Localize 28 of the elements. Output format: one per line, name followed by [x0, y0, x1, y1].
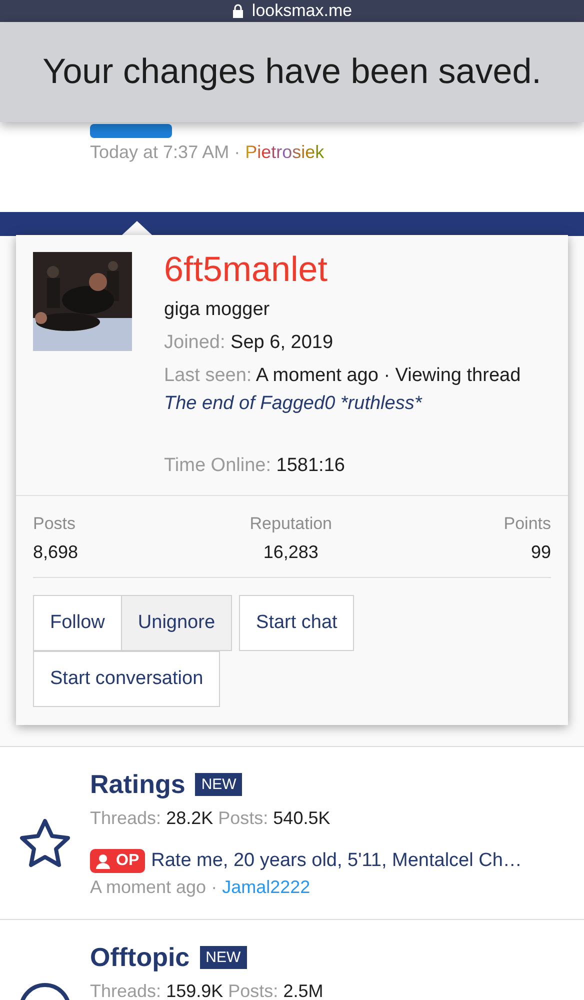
- action-button[interactable]: Start conversation: [33, 651, 220, 707]
- stat-value: 8,698: [33, 542, 78, 563]
- username[interactable]: 6ft5manlet: [164, 252, 521, 288]
- action-button[interactable]: Start chat: [239, 595, 354, 651]
- stat-label: Reputation: [250, 514, 332, 534]
- action-button[interactable]: Follow: [33, 595, 122, 651]
- stat-label: Posts: [33, 514, 77, 534]
- user-title: giga mogger: [164, 299, 271, 321]
- new-label: NEW: [195, 773, 242, 796]
- post-meta: A moment ago · Jamal2222: [90, 877, 312, 898]
- forum-title[interactable]: Offtopic: [90, 942, 190, 973]
- action-button[interactable]: Unignore: [122, 595, 232, 651]
- joined-date: Joined: Sep 6, 2019: [164, 332, 334, 354]
- forum-stats: Threads: 159.9K Posts: 2.5M: [90, 981, 324, 1000]
- stat-value: 99: [530, 542, 551, 563]
- stat-label: Points: [504, 514, 551, 534]
- time-online: Time Online: 1581:16: [164, 455, 346, 477]
- thread-link[interactable]: Rate me, 20 years old, 5'11, Mentalcel Ch…: [151, 850, 522, 872]
- new-label: NEW: [200, 946, 247, 969]
- forum-title[interactable]: Ratings: [90, 769, 186, 800]
- op-label: OP: [90, 849, 146, 873]
- post-meta: Today at 7:37 AM · Pietrosiek: [90, 142, 326, 163]
- toast-message: Your changes have been saved.: [42, 52, 542, 92]
- forum-stats: Threads: 28.2K Posts: 540.5K: [90, 808, 332, 829]
- address-text[interactable]: looksmax.me: [252, 1, 352, 21]
- thread-link[interactable]: The end of Fagged0 *ruthless*: [164, 393, 521, 415]
- stat-value: 16,283: [263, 542, 318, 563]
- last-seen: Last seen: A moment ago · Viewing thread: [164, 365, 521, 387]
